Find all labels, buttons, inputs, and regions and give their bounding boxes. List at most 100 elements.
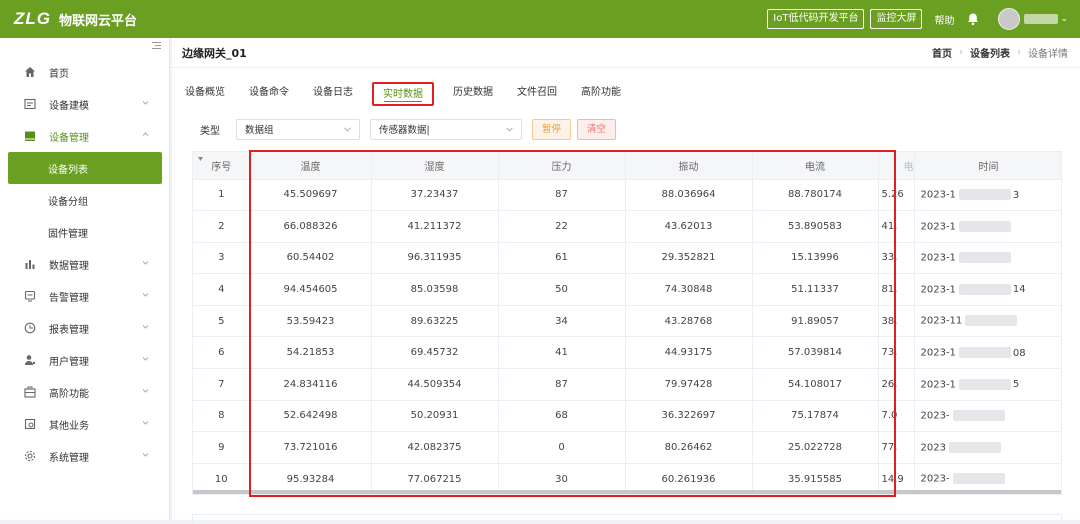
help-link[interactable]: 帮助: [934, 12, 954, 27]
sort-icon[interactable]: [198, 157, 203, 161]
gear-icon: [24, 450, 36, 462]
table-cell-time: 2023-11: [914, 305, 1061, 338]
type-label: 类型: [200, 125, 220, 137]
sidebar-item-label: 设备管理: [49, 132, 89, 144]
table-row[interactable]: 4 94.454605 85.03598 50 74.30848 51.11337 81. 2…: [193, 273, 1061, 306]
table-cell-hum: 41.211372: [371, 210, 499, 243]
table-cell-idx: 9: [193, 431, 251, 464]
sidebar-item-user-management[interactable]: 用户管理: [0, 344, 169, 376]
tab-device-overview[interactable]: 设备概览: [180, 82, 230, 106]
table-cell-cur: 75.17874: [752, 400, 879, 433]
time-visible-part: 2023-: [920, 473, 950, 485]
page-title: 边缘网关_01: [182, 46, 247, 60]
sidebar-subitem-device-group[interactable]: 设备分组: [0, 184, 169, 216]
chevron-down-icon: [142, 261, 149, 265]
chevron-down-icon[interactable]: ⌄: [1060, 14, 1068, 24]
sensor-data-select-value: 传感器数据|: [379, 125, 430, 136]
table-row[interactable]: 2 66.088326 41.211372 22 43.62013 53.890583 41…: [193, 210, 1061, 243]
table-cell-press: 34: [498, 305, 626, 338]
table-cell-vib: 74.30848: [625, 273, 753, 306]
table-row[interactable]: 9 73.721016 42.082375 0 80.26462 25.022728 77.…: [193, 431, 1061, 464]
table-cell-cur: 15.13996: [752, 242, 879, 275]
bottom-panel: [192, 514, 1062, 524]
collapse-menu-icon[interactable]: [152, 42, 161, 49]
brand[interactable]: ZLG 物联网云平台: [0, 0, 170, 38]
scrollbar-thumb[interactable]: [193, 490, 1061, 494]
table-cell-vib: 29.352821: [625, 242, 753, 275]
table-cell-vib: 43.62013: [625, 210, 753, 243]
data-group-select[interactable]: 数据组: [236, 118, 360, 140]
tab-realtime-data[interactable]: 实时数据: [372, 82, 434, 106]
username-blurred[interactable]: [1024, 14, 1059, 24]
chevron-right-icon: ›: [959, 47, 963, 58]
sidebar-item-home[interactable]: 首页: [0, 56, 169, 88]
pause-button[interactable]: 暂停: [532, 118, 572, 140]
monitor-screen-button[interactable]: 监控大屏: [870, 9, 923, 29]
table-row[interactable]: 8 52.642498 50.20931 68 36.322697 75.17874 7.0…: [193, 400, 1061, 433]
sidebar-item-data-management[interactable]: 数据管理: [0, 248, 169, 280]
table-row[interactable]: 6 54.21853 69.45732 41 44.93175 57.039814 73. 2…: [193, 336, 1061, 370]
table-cell-time: 2023-1: [914, 242, 1061, 275]
time-visible-part: 2023-1: [920, 252, 956, 264]
sidebar-item-label: 高阶功能: [49, 388, 89, 400]
column-header-electric: 电: [878, 152, 915, 180]
time-visible-part: 2023-: [920, 410, 950, 422]
chevron-down-icon: [344, 126, 351, 132]
tab-device-logs[interactable]: 设备日志: [308, 82, 358, 106]
table-cell-press: 50: [498, 273, 626, 306]
filter-bar: 类型 数据组 传感器数据| 暂停 清空: [180, 118, 617, 140]
table-row[interactable]: 5 53.59423 89.63225 34 43.28768 91.89057 38. 20…: [193, 305, 1061, 338]
brand-title: 物联网云平台: [59, 13, 138, 29]
user-icon: [25, 355, 36, 365]
horizontal-scrollbar[interactable]: [193, 490, 1061, 494]
tab-device-commands[interactable]: 设备命令: [244, 82, 294, 106]
sidebar-item-device-management[interactable]: 设备管理: [0, 120, 169, 152]
data-group-select-value: 数据组: [245, 125, 274, 136]
column-header-index[interactable]: 序号: [193, 152, 251, 180]
avatar[interactable]: [998, 8, 1021, 30]
table-cell-hum: 85.03598: [371, 273, 499, 306]
table-row[interactable]: 1 45.509697 37.23437 87 88.036964 88.780174 5.…: [193, 179, 1061, 212]
sidebar-item-alarm-management[interactable]: 告警管理: [0, 280, 169, 312]
device-icon: [25, 131, 35, 141]
table-cell-idx: 2: [193, 210, 251, 243]
table-cell-vib: 80.26462: [625, 431, 753, 464]
chevron-down-icon: [142, 453, 149, 457]
table-cell-cur: 54.108017: [752, 368, 879, 401]
chevron-down-icon: [142, 101, 149, 105]
clear-button[interactable]: 清空: [577, 118, 617, 140]
doc-icon: [24, 418, 36, 430]
breadcrumb-home[interactable]: 首页: [932, 45, 952, 60]
table-row[interactable]: 3 60.54402 96.311935 61 29.352821 15.13996 33.…: [193, 242, 1061, 275]
time-visible-part: 2023-11: [920, 315, 963, 327]
table-cell-temp: 45.509697: [250, 179, 372, 212]
table-cell-vib: 43.28768: [625, 305, 753, 338]
sidebar-item-advanced[interactable]: 高阶功能: [0, 376, 169, 408]
sidebar-item-device-model[interactable]: 设备建模: [0, 88, 169, 120]
tab-history-data[interactable]: 历史数据: [448, 82, 498, 106]
sidebar-subitem-device-list[interactable]: 设备列表: [8, 152, 162, 184]
time-tail-part: 08: [1012, 347, 1026, 359]
sidebar-item-other-business[interactable]: 其他业务: [0, 408, 169, 440]
tab-file-recall[interactable]: 文件召回: [512, 82, 562, 106]
bell-icon[interactable]: [966, 12, 980, 26]
sidebar-item-label: 首页: [49, 68, 69, 80]
chevron-down-icon: [142, 357, 149, 361]
breadcrumb-device-list[interactable]: 设备列表: [970, 45, 1010, 60]
table-row[interactable]: 7 24.834116 44.509354 87 79.97428 54.108017 26…: [193, 368, 1061, 401]
table-cell-time: 2023-1 08: [914, 336, 1061, 370]
table-cell-temp: 73.721016: [250, 431, 372, 464]
iot-lowcode-button[interactable]: IoT低代码开发平台: [767, 9, 865, 29]
table-cell-press: 87: [498, 368, 626, 401]
table-cell-cur: 57.039814: [752, 336, 879, 370]
table-cell-temp: 66.088326: [250, 210, 372, 243]
table-cell-time: 2023: [914, 431, 1061, 464]
clock-icon: [24, 322, 36, 334]
sidebar-item-system-management[interactable]: 系统管理: [0, 440, 169, 472]
sidebar-item-report-management[interactable]: 报表管理: [0, 312, 169, 344]
sensor-data-select[interactable]: 传感器数据|: [370, 118, 522, 140]
time-blurred-part: [958, 283, 1011, 295]
table-cell-vib: 79.97428: [625, 368, 753, 401]
tab-advanced[interactable]: 高阶功能: [576, 82, 626, 106]
sidebar-subitem-firmware[interactable]: 固件管理: [0, 216, 169, 248]
